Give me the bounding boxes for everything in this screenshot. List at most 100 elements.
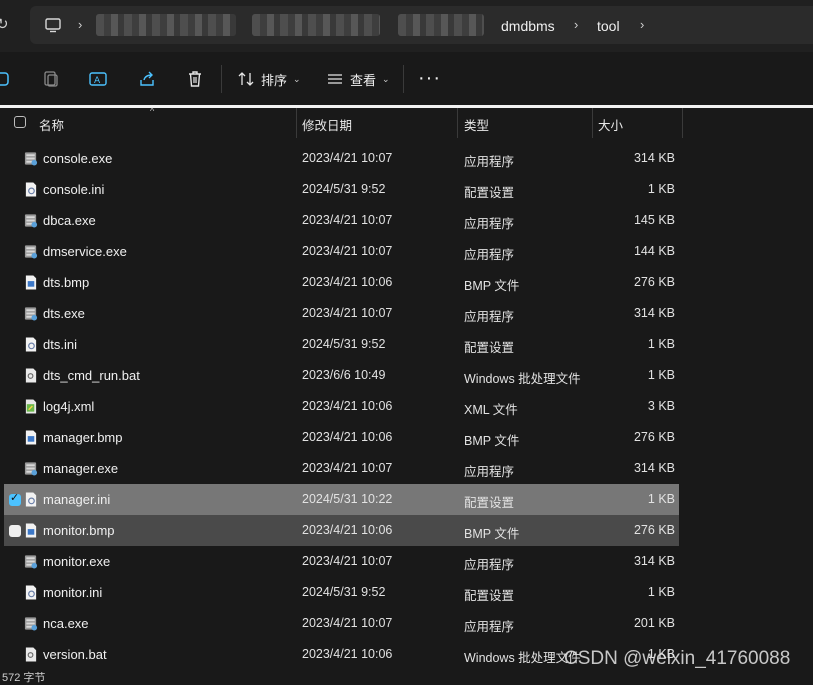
- file-date: 2023/4/21 10:07: [302, 461, 393, 475]
- file-row[interactable]: manager.exe 2023/4/21 10:07 应用程序 314 KB: [4, 453, 679, 484]
- view-label: 查看: [350, 72, 377, 88]
- file-row[interactable]: dts.bmp 2023/4/21 10:06 BMP 文件 276 KB: [4, 267, 679, 298]
- file-name: log4j.xml: [43, 399, 95, 414]
- file-row[interactable]: console.ini 2024/5/31 9:52 配置设置 1 KB: [4, 174, 679, 205]
- file-type: BMP 文件: [464, 527, 520, 541]
- status-bar: 572 字节: [2, 672, 46, 684]
- more-options-button[interactable]: ···: [418, 68, 441, 88]
- file-row[interactable]: dbca.exe 2023/4/21 10:07 应用程序 145 KB: [4, 205, 679, 236]
- file-name: manager.ini: [43, 492, 111, 507]
- file-type: 应用程序: [464, 155, 515, 169]
- row-checkbox[interactable]: [9, 491, 21, 506]
- breadcrumb-item-tool[interactable]: tool: [597, 18, 620, 34]
- bmp-icon: [25, 523, 37, 538]
- column-divider[interactable]: [592, 108, 593, 138]
- sort-label: 排序: [261, 72, 288, 88]
- file-row[interactable]: manager.bmp 2023/4/21 10:06 BMP 文件 276 KB: [4, 422, 679, 453]
- ini-icon: [25, 585, 37, 600]
- file-date: 2023/4/21 10:07: [302, 244, 393, 258]
- bmp-icon: [25, 430, 37, 445]
- file-row[interactable]: log4j.xml 2023/4/21 10:06 XML 文件 3 KB: [4, 391, 679, 422]
- exe-icon: [24, 214, 38, 228]
- file-row[interactable]: dts.ini 2024/5/31 9:52 配置设置 1 KB: [4, 329, 679, 360]
- sort-icon: [238, 72, 254, 86]
- svg-text:A: A: [94, 76, 101, 86]
- bat-icon: [25, 368, 37, 383]
- file-date: 2023/4/21 10:07: [302, 306, 393, 320]
- sort-button[interactable]: 排序 ⌄: [237, 69, 301, 89]
- copy-icon[interactable]: [41, 69, 61, 89]
- file-name: console.exe: [43, 151, 113, 166]
- computer-icon[interactable]: [44, 16, 62, 34]
- ini-icon: [25, 492, 37, 507]
- breadcrumb-chevron-icon[interactable]: ›: [640, 17, 644, 33]
- file-row[interactable]: monitor.ini 2024/5/31 9:52 配置设置 1 KB: [4, 577, 679, 608]
- file-type: 应用程序: [464, 558, 515, 572]
- breadcrumb-redacted: [398, 14, 484, 36]
- sort-ascending-icon: ^: [150, 106, 155, 116]
- column-date[interactable]: 修改日期: [302, 115, 352, 134]
- toolbar-divider: [403, 65, 404, 93]
- ini-icon: [25, 182, 37, 197]
- file-size: 314 KB: [633, 306, 675, 320]
- file-row[interactable]: dts_cmd_run.bat 2023/6/6 10:49 Windows 批处理…: [4, 360, 679, 391]
- file-row[interactable]: console.exe 2023/4/21 10:07 应用程序 314 KB: [4, 143, 679, 174]
- delete-icon[interactable]: [185, 69, 205, 89]
- file-name: monitor.ini: [43, 585, 103, 600]
- file-row[interactable]: monitor.bmp 2023/4/21 10:06 BMP 文件 276 KB: [4, 515, 679, 546]
- refresh-icon[interactable]: ↻: [0, 17, 12, 33]
- breadcrumb-chevron-icon[interactable]: ›: [78, 17, 82, 33]
- column-divider[interactable]: [457, 108, 458, 138]
- file-name: dts.exe: [43, 306, 85, 321]
- select-all-checkbox[interactable]: [14, 116, 26, 128]
- column-divider[interactable]: [296, 108, 297, 138]
- breadcrumb-item-dmdbms[interactable]: dmdbms: [501, 18, 555, 34]
- column-name[interactable]: 名称: [39, 115, 64, 134]
- exe-icon: [24, 152, 38, 166]
- view-button[interactable]: 查看 ⌄: [326, 69, 390, 89]
- file-size: 314 KB: [633, 151, 675, 165]
- file-size: 144 KB: [633, 244, 675, 258]
- file-type: BMP 文件: [464, 279, 520, 293]
- file-date: 2024/5/31 10:22: [302, 492, 393, 506]
- file-row[interactable]: dts.exe 2023/4/21 10:07 应用程序 314 KB: [4, 298, 679, 329]
- column-divider[interactable]: [682, 108, 683, 138]
- file-date: 2024/5/31 9:52: [302, 337, 386, 351]
- file-row[interactable]: nca.exe 2023/4/21 10:07 应用程序 201 KB: [4, 608, 679, 639]
- file-type: 配置设置: [464, 589, 515, 603]
- file-date: 2023/4/21 10:06: [302, 647, 393, 661]
- share-icon[interactable]: [137, 69, 157, 89]
- exe-icon: [24, 307, 38, 321]
- breadcrumb-redacted: [252, 14, 380, 36]
- file-date: 2023/4/21 10:06: [302, 399, 393, 413]
- file-row[interactable]: manager.ini 2024/5/31 10:22 配置设置 1 KB: [4, 484, 679, 515]
- file-type: 配置设置: [464, 186, 515, 200]
- file-size: 314 KB: [633, 554, 675, 568]
- xml-icon: [25, 399, 37, 414]
- file-name: dts.bmp: [43, 275, 90, 290]
- file-row[interactable]: dmservice.exe 2023/4/21 10:07 应用程序 144 KB: [4, 236, 679, 267]
- file-date: 2024/5/31 9:52: [302, 585, 386, 599]
- toolbar-divider: [221, 65, 222, 93]
- chevron-down-icon: ⌄: [382, 73, 390, 84]
- file-name: console.ini: [43, 182, 105, 197]
- new-icon[interactable]: [0, 69, 14, 89]
- file-date: 2023/4/21 10:06: [302, 523, 393, 537]
- file-row[interactable]: monitor.exe 2023/4/21 10:07 应用程序 314 KB: [4, 546, 679, 577]
- row-checkbox[interactable]: [9, 525, 21, 537]
- file-size: 276 KB: [633, 523, 675, 537]
- bmp-icon: [25, 275, 37, 290]
- file-date: 2023/6/6 10:49: [302, 368, 386, 382]
- file-size: 1 KB: [647, 492, 675, 506]
- column-size[interactable]: 大小: [598, 115, 623, 134]
- breadcrumb-chevron-icon[interactable]: ›: [574, 17, 578, 33]
- watermark: CSDN @weixin_41760088: [564, 648, 791, 669]
- file-size: 145 KB: [633, 213, 675, 227]
- rename-icon[interactable]: A: [88, 69, 108, 89]
- column-type[interactable]: 类型: [464, 115, 489, 134]
- file-size: 1 KB: [647, 585, 675, 599]
- exe-icon: [24, 245, 38, 259]
- file-type: Windows 批处理文件: [464, 372, 581, 386]
- file-size: 1 KB: [647, 337, 675, 351]
- file-date: 2023/4/21 10:07: [302, 213, 393, 227]
